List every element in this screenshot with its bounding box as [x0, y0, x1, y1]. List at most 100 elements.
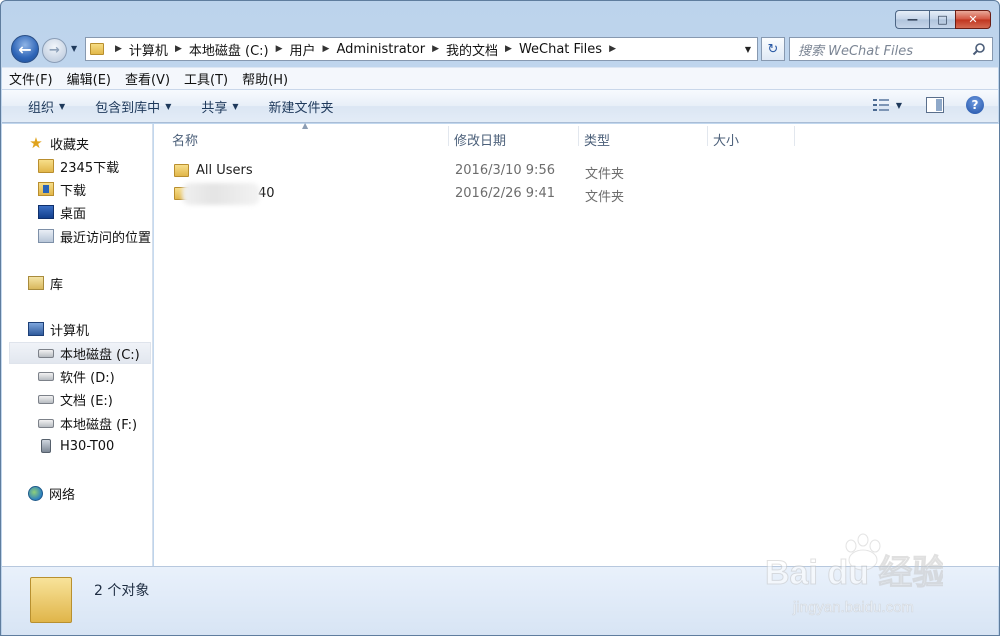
sidebar-item-downloads[interactable]: 下载	[38, 178, 86, 200]
file-modified: 2016/3/10 9:56	[455, 163, 555, 178]
chevron-right-icon[interactable]: ▶	[323, 44, 330, 54]
preview-pane-icon[interactable]	[926, 97, 944, 113]
libraries-icon	[28, 276, 44, 290]
menu-bar: 文件(F) 编辑(E) 查看(V) 工具(T) 帮助(H)	[2, 67, 998, 89]
address-bar[interactable]: ▶ 计算机 ▶ 本地磁盘 (C:) ▶ 用户 ▶ Administrator ▶…	[85, 37, 758, 61]
column-name[interactable]: 名称	[172, 130, 198, 149]
sidebar-item-drive-f[interactable]: 本地磁盘 (F:)	[38, 412, 137, 434]
drive-icon	[38, 348, 54, 358]
computer-icon	[28, 322, 44, 336]
recent-pages-dropdown-icon[interactable]: ▼	[71, 44, 77, 53]
forward-button[interactable]: →	[42, 38, 67, 63]
sidebar-item-2345-downloads[interactable]: 2345下载	[38, 155, 119, 177]
column-size[interactable]: 大小	[713, 130, 739, 149]
file-list: ▲ 名称 修改日期 类型 大小 All Users 2016/3/10 9:56…	[154, 121, 999, 566]
column-date-modified[interactable]: 修改日期	[454, 130, 506, 149]
file-row[interactable]: All Users 2016/3/10 9:56 文件夹	[154, 160, 794, 182]
breadcrumb-users[interactable]: 用户	[290, 40, 316, 59]
sidebar-label: 本地磁盘 (C:)	[60, 347, 140, 363]
sidebar-item-recent-places[interactable]: 最近访问的位置	[38, 225, 151, 247]
refresh-button[interactable]: ↻	[761, 37, 785, 61]
minimize-button[interactable]: —	[895, 10, 929, 29]
maximize-button[interactable]: □	[929, 10, 955, 29]
sidebar-label: 最近访问的位置	[60, 230, 152, 246]
back-button[interactable]: ←	[11, 35, 39, 63]
chevron-right-icon[interactable]: ▶	[505, 44, 512, 54]
menu-view[interactable]: 查看(V)	[125, 69, 170, 88]
close-button[interactable]: ✕	[955, 10, 991, 29]
column-header-row: ▲ 名称 修改日期 类型 大小	[154, 121, 796, 150]
drive-icon	[38, 418, 54, 428]
column-divider[interactable]	[794, 126, 795, 146]
sidebar-label: H30-T00	[60, 438, 115, 454]
sidebar-computer[interactable]: 计算机	[28, 318, 89, 340]
folder-icon	[174, 164, 189, 177]
menu-edit[interactable]: 编辑(E)	[67, 69, 111, 88]
column-divider[interactable]	[707, 126, 708, 146]
chevron-right-icon[interactable]: ▶	[115, 44, 122, 54]
window-caption-buttons: — □ ✕	[895, 10, 991, 29]
sidebar-item-drive-e[interactable]: 文档 (E:)	[38, 388, 113, 410]
breadcrumb-drive-c[interactable]: 本地磁盘 (C:)	[189, 40, 269, 59]
chevron-right-icon[interactable]: ▶	[609, 44, 616, 54]
desktop-icon	[38, 205, 54, 219]
view-options-dropdown-icon[interactable]: ▼	[896, 101, 902, 110]
chevron-down-icon: ▼	[59, 101, 66, 111]
sidebar-label: 收藏夹	[50, 137, 90, 153]
sidebar-item-phone-device[interactable]: H30-T00	[38, 435, 114, 457]
details-pane: 2 个对象	[2, 566, 998, 635]
file-row[interactable]: 40 2016/2/26 9:41 文件夹	[154, 183, 794, 205]
sidebar-favorites[interactable]: ★ 收藏夹	[28, 132, 89, 154]
menu-help[interactable]: 帮助(H)	[242, 69, 288, 88]
sidebar-label: 本地磁盘 (F:)	[60, 417, 138, 433]
breadcrumb-administrator[interactable]: Administrator	[336, 42, 425, 57]
phone-icon	[41, 439, 51, 453]
sidebar-item-local-disk-c[interactable]: 本地磁盘 (C:)	[9, 342, 151, 364]
help-icon[interactable]: ?	[966, 96, 984, 114]
sort-ascending-icon: ▲	[302, 121, 309, 130]
sidebar-label: 网络	[49, 487, 76, 503]
address-dropdown-icon[interactable]: ▼	[739, 38, 757, 60]
menu-tools[interactable]: 工具(T)	[184, 69, 228, 88]
file-name: 40	[258, 186, 275, 201]
file-modified: 2016/2/26 9:41	[455, 186, 555, 201]
menu-file[interactable]: 文件(F)	[9, 69, 53, 88]
folder-icon	[38, 159, 54, 173]
column-type[interactable]: 类型	[584, 130, 610, 149]
search-input[interactable]: 搜索 WeChat Files	[789, 37, 993, 61]
file-name: All Users	[196, 163, 253, 178]
sidebar-label: 库	[50, 277, 64, 293]
explorer-window: — □ ✕ ← → ▼ ▶ 计算机 ▶ 本地磁盘 (C:) ▶ 用户 ▶ Adm…	[0, 0, 1000, 636]
breadcrumb-computer[interactable]: 计算机	[129, 40, 168, 59]
include-in-library-button[interactable]: 包含到库中 ▼	[95, 97, 171, 116]
search-icon[interactable]	[972, 42, 986, 56]
share-button[interactable]: 共享 ▼	[201, 97, 238, 116]
redacted-blur	[182, 183, 260, 205]
details-view-icon[interactable]	[872, 97, 890, 113]
column-divider[interactable]	[448, 126, 449, 146]
file-type: 文件夹	[585, 190, 625, 205]
organize-button[interactable]: 组织 ▼	[28, 97, 65, 116]
column-divider[interactable]	[578, 126, 579, 146]
chevron-right-icon[interactable]: ▶	[175, 44, 182, 54]
folder-icon	[30, 577, 72, 623]
share-label: 共享	[201, 100, 228, 116]
new-folder-button[interactable]: 新建文件夹	[269, 97, 334, 116]
sidebar-network[interactable]: 网络	[28, 482, 75, 504]
sidebar-label: 桌面	[60, 206, 87, 222]
file-type: 文件夹	[585, 167, 625, 182]
include-in-library-label: 包含到库中	[95, 100, 161, 116]
item-count: 2 个对象	[94, 583, 150, 599]
chevron-right-icon[interactable]: ▶	[276, 44, 283, 54]
downloads-folder-icon	[38, 182, 54, 196]
folder-icon	[90, 43, 104, 55]
breadcrumb-wechat-files[interactable]: WeChat Files	[519, 42, 602, 57]
breadcrumb-my-documents[interactable]: 我的文档	[446, 40, 498, 59]
new-folder-label: 新建文件夹	[268, 100, 334, 116]
sidebar-item-desktop[interactable]: 桌面	[38, 201, 86, 223]
chevron-right-icon[interactable]: ▶	[432, 44, 439, 54]
navigation-pane: ★ 收藏夹 2345下载 下载 桌面 最近访问的位置 库 计算机 本地磁盘 (C…	[2, 124, 153, 566]
sidebar-label: 2345下载	[60, 160, 120, 176]
sidebar-item-drive-d[interactable]: 软件 (D:)	[38, 365, 115, 387]
sidebar-libraries[interactable]: 库	[28, 272, 63, 294]
